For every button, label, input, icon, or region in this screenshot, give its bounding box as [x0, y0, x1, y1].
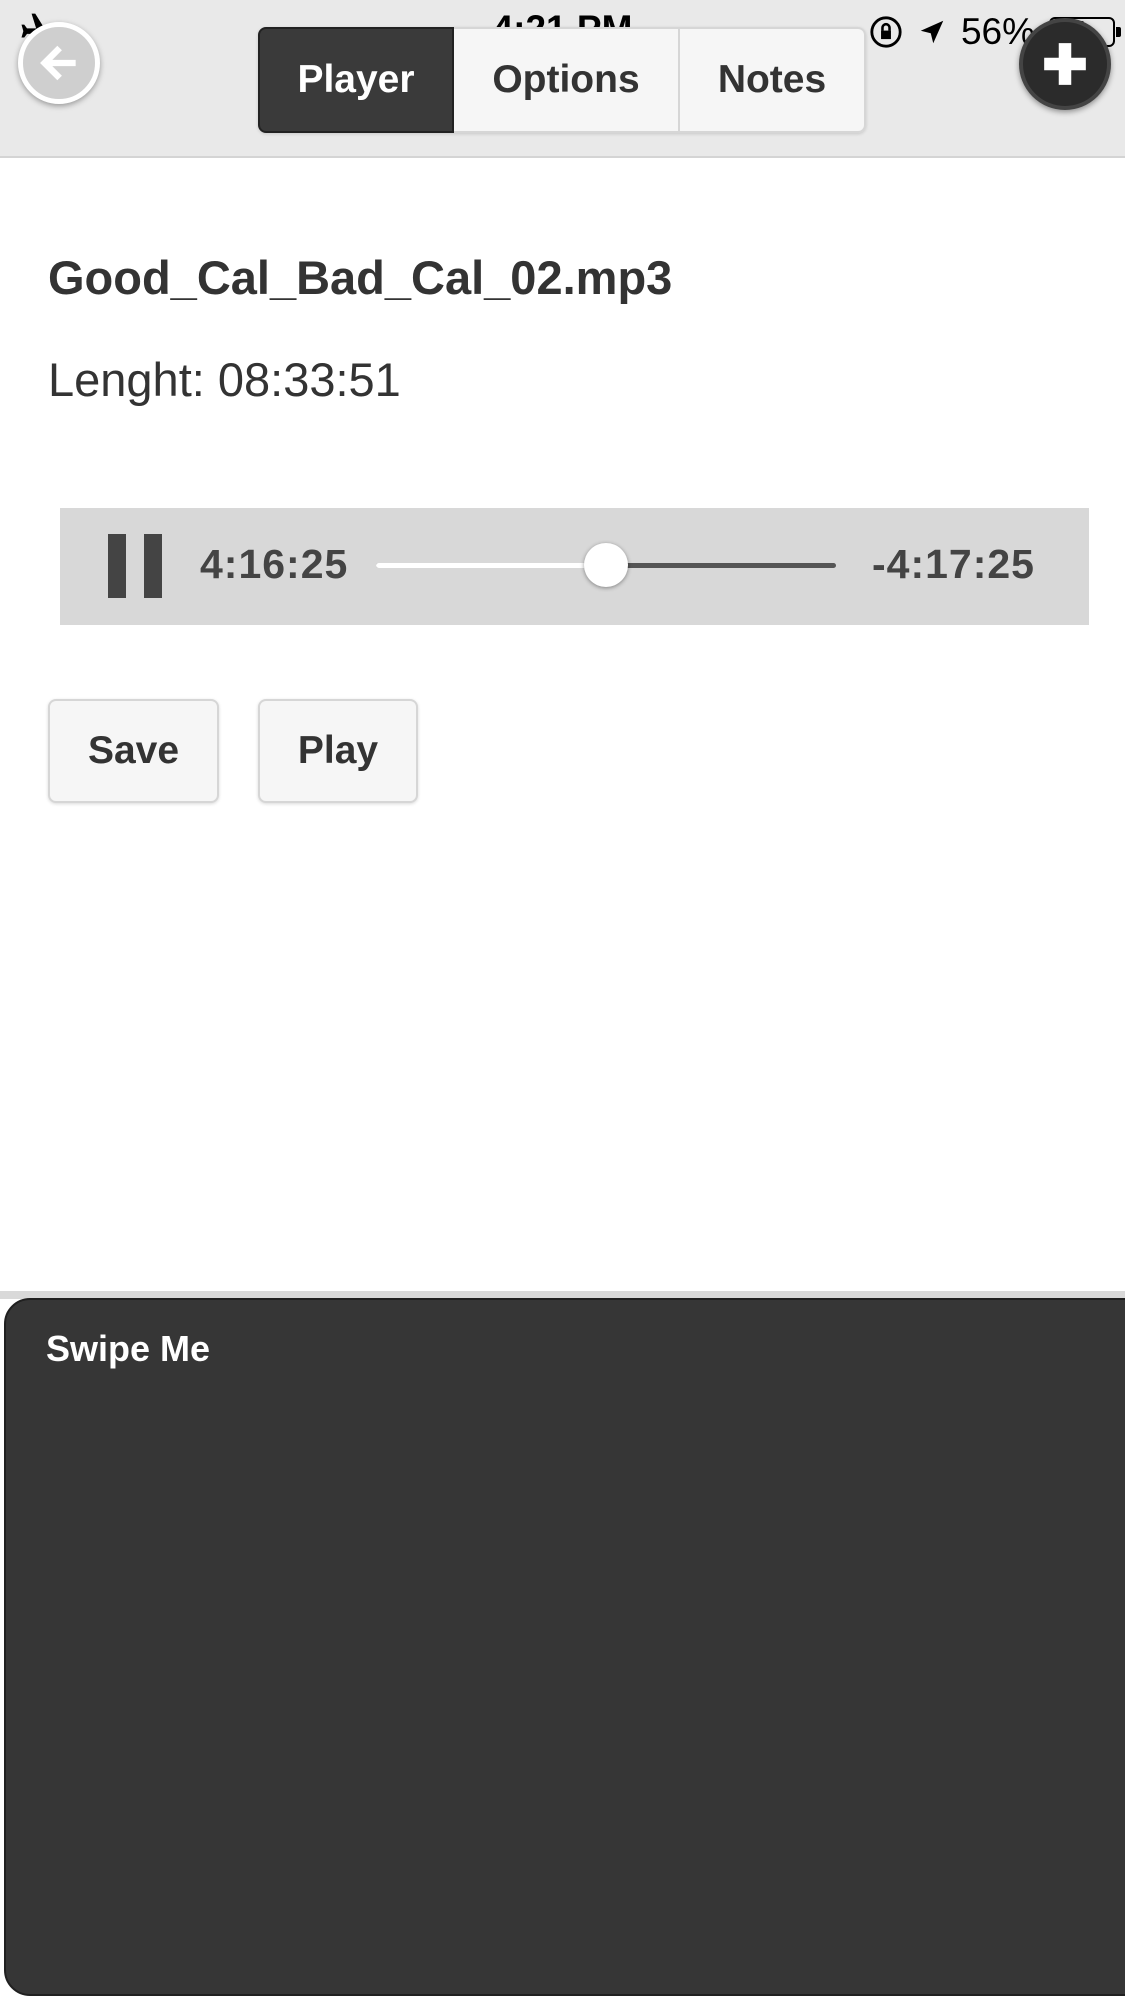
swipe-label: Swipe Me: [46, 1328, 211, 1369]
add-button[interactable]: [1019, 18, 1111, 110]
header-bar: 4:21 PM 56% Player Options No: [0, 0, 1125, 158]
save-button[interactable]: Save: [48, 699, 219, 803]
pause-icon: [108, 534, 126, 598]
remaining-time: -4:17:25: [872, 541, 1035, 587]
swipe-panel[interactable]: Swipe Me: [4, 1298, 1125, 1996]
segmented-tabs: Player Options Notes: [258, 27, 866, 133]
file-name: Good_Cal_Bad_Cal_02.mp3: [48, 251, 673, 304]
page: 4:21 PM 56% Player Options No: [0, 0, 1125, 2001]
battery-nub: [1116, 27, 1121, 37]
plus-icon: [1044, 43, 1086, 85]
seek-thumb[interactable]: [584, 543, 628, 587]
current-time: 4:16:25: [200, 541, 349, 587]
play-button[interactable]: Play: [258, 699, 418, 803]
audio-player: 4:16:25 -4:17:25: [60, 508, 1089, 625]
tab-options[interactable]: Options: [454, 27, 680, 133]
back-button[interactable]: [18, 22, 100, 104]
pause-button[interactable]: [106, 534, 164, 598]
seek-slider[interactable]: [376, 543, 836, 587]
location-arrow-icon: [920, 20, 944, 44]
pause-icon-bar: [144, 534, 162, 598]
tab-notes[interactable]: Notes: [680, 27, 866, 133]
file-length: Lenght: 08:33:51: [48, 353, 401, 406]
back-arrow-icon: [40, 45, 76, 81]
tab-player[interactable]: Player: [258, 27, 454, 133]
orientation-lock-icon: [870, 16, 902, 48]
seek-progress: [376, 563, 606, 568]
